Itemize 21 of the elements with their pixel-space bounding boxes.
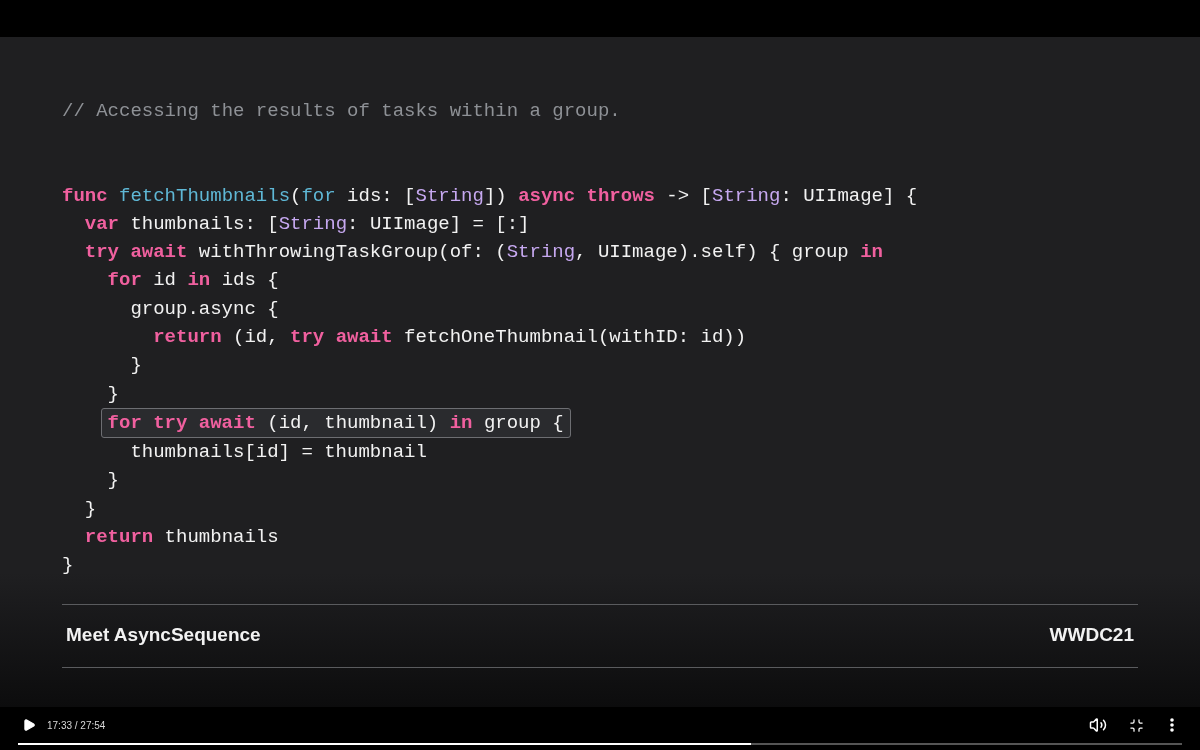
code-line: return thumbnails (84, 525, 279, 551)
code-line: thumbnails[id] = thumbnail (130, 440, 427, 466)
play-icon (22, 718, 36, 732)
more-vertical-icon (1170, 718, 1174, 732)
event-label: WWDC21 (1049, 623, 1134, 648)
code-line: } (107, 381, 119, 407)
code-line: var thumbnails: [String: UIImage] = [:] (84, 211, 530, 237)
code-line: func fetchThumbnails(for ids: [String]) async throws -> [String: UIImage] { (62, 183, 918, 209)
slide-title: Meet AsyncSequence (66, 623, 261, 648)
code-line: } (84, 496, 97, 522)
code-comment: // Accessing the results of tasks within a group. (62, 99, 621, 124)
code-line: } (107, 468, 119, 494)
code-line: } (62, 553, 74, 579)
code-line: return (id, try await fetchOneThumbnail(withID: id)) (153, 325, 747, 350)
speaker-icon (1089, 716, 1107, 734)
code-line: try await withThrowingTaskGroup(of: (String, UIImage).self) { group in (84, 240, 883, 266)
code-line: } (130, 353, 142, 379)
code-line: group.async { (130, 296, 279, 322)
code-line: for id in ids { (107, 268, 279, 294)
exit-fullscreen-icon (1128, 717, 1144, 733)
playback-time: 17:33 / 27:54 (47, 718, 106, 733)
